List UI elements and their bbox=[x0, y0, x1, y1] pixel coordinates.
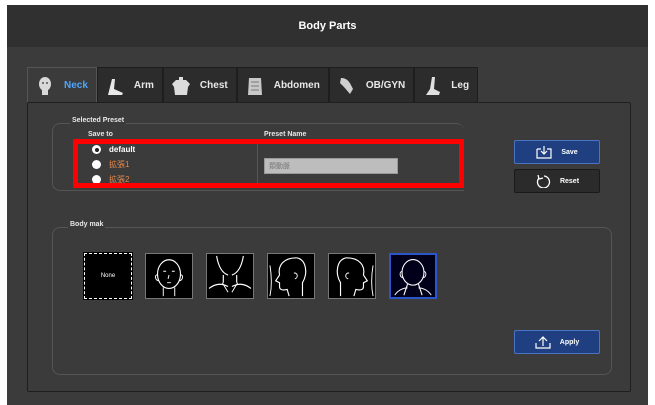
neck-front-icon bbox=[208, 255, 252, 293]
body-part-tabs: Neck Arm Chest Abdomen OB/GYN Leg bbox=[27, 67, 479, 103]
apply-icon bbox=[535, 336, 551, 349]
save-to-label: Save to bbox=[88, 131, 113, 138]
body-mark-head-back[interactable] bbox=[389, 253, 437, 299]
preset-name-label: Preset Name bbox=[264, 131, 307, 138]
head-back-icon bbox=[394, 259, 432, 296]
tab-neck[interactable]: Neck bbox=[27, 67, 97, 103]
tab-label: Neck bbox=[64, 80, 88, 91]
save-button-label: Save bbox=[561, 148, 578, 156]
highlight-box bbox=[73, 139, 464, 188]
tab-content-panel: Selected Preset Save to Preset Name defa… bbox=[27, 102, 631, 392]
head-right-profile-icon bbox=[269, 257, 307, 297]
save-button[interactable]: Save bbox=[514, 140, 600, 164]
reset-button[interactable]: Reset bbox=[514, 169, 600, 193]
body-mark-head-left[interactable] bbox=[328, 253, 376, 299]
chest-icon bbox=[170, 75, 192, 97]
head-left-profile-icon bbox=[336, 257, 374, 297]
tab-obgyn[interactable]: OB/GYN bbox=[328, 67, 415, 103]
obgyn-icon bbox=[336, 75, 358, 97]
tab-label: Abdomen bbox=[273, 80, 320, 91]
body-mark-label: Body mak bbox=[68, 221, 106, 228]
abdomen-icon bbox=[244, 75, 266, 97]
tab-leg[interactable]: Leg bbox=[414, 67, 479, 103]
head-front-icon bbox=[155, 259, 183, 297]
neck-icon bbox=[34, 75, 56, 97]
leg-icon bbox=[421, 75, 443, 97]
reset-icon bbox=[536, 174, 551, 188]
body-mark-head-front[interactable] bbox=[145, 253, 193, 299]
body-mark-head-right[interactable] bbox=[267, 253, 315, 299]
apply-button-label: Apply bbox=[559, 338, 580, 346]
reset-button-label: Reset bbox=[559, 177, 580, 185]
body-mark-none[interactable]: None bbox=[83, 252, 133, 300]
arm-icon bbox=[104, 75, 126, 97]
body-parts-window: Body Parts Neck Arm Chest Abdomen OB/GYN… bbox=[7, 5, 648, 405]
selected-preset-label: Selected Preset bbox=[70, 117, 127, 124]
tab-abdomen[interactable]: Abdomen bbox=[236, 67, 329, 103]
apply-button[interactable]: Apply bbox=[514, 330, 600, 354]
tab-label: Arm bbox=[133, 80, 154, 91]
tab-label: OB/GYN bbox=[365, 80, 406, 91]
tab-label: Chest bbox=[199, 80, 228, 91]
tab-chest[interactable]: Chest bbox=[162, 67, 237, 103]
tab-label: Leg bbox=[451, 80, 470, 91]
none-label: None bbox=[100, 273, 116, 279]
tab-arm[interactable]: Arm bbox=[96, 67, 163, 103]
save-icon bbox=[536, 146, 552, 159]
window-title: Body Parts bbox=[7, 5, 648, 47]
body-mark-neck-front[interactable] bbox=[206, 253, 254, 299]
